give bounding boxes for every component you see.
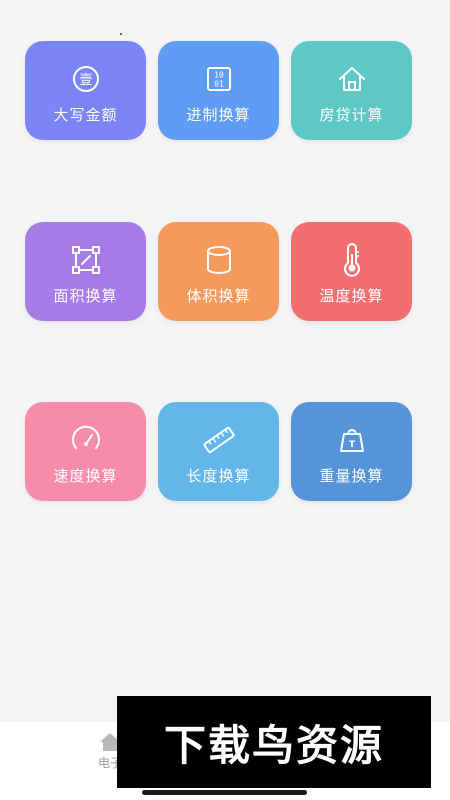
tool-label: 面积换算 <box>53 287 118 305</box>
tool-area[interactable]: 面积换算 <box>25 222 146 321</box>
status-dot <box>120 33 122 35</box>
weight-icon: T <box>291 422 412 458</box>
watermark-banner: 下载鸟资源 <box>117 696 431 788</box>
tool-label: 大写金额 <box>53 106 118 124</box>
svg-text:壹: 壹 <box>79 73 92 88</box>
tool-length[interactable]: 长度换算 <box>158 402 279 501</box>
tool-label: 速度换算 <box>53 467 118 485</box>
tool-label: 长度换算 <box>186 467 251 485</box>
tool-rmb-capital[interactable]: 壹 大写金额 <box>25 41 146 140</box>
tool-volume[interactable]: 体积换算 <box>158 222 279 321</box>
tool-label: 进制换算 <box>186 106 251 124</box>
cylinder-icon <box>158 242 279 278</box>
binary-icon: 10 01 <box>158 61 279 97</box>
tool-mortgage[interactable]: 房贷计算 <box>291 41 412 140</box>
tool-label: 温度换算 <box>319 287 384 305</box>
ruler-icon <box>158 422 279 458</box>
tool-temperature[interactable]: 温度换算 <box>291 222 412 321</box>
thermometer-icon <box>291 242 412 278</box>
tool-speed[interactable]: 速度换算 <box>25 402 146 501</box>
speedometer-icon <box>25 422 146 458</box>
home-indicator <box>142 790 307 795</box>
rmb-capital-icon: 壹 <box>25 61 146 97</box>
tool-weight[interactable]: T 重量换算 <box>291 402 412 501</box>
tool-base-conversion[interactable]: 10 01 进制换算 <box>158 41 279 140</box>
svg-text:01: 01 <box>214 80 224 89</box>
svg-text:10: 10 <box>214 71 224 80</box>
tool-label: 房贷计算 <box>319 106 384 124</box>
area-icon <box>25 242 146 278</box>
svg-text:T: T <box>348 440 355 450</box>
tool-label: 体积换算 <box>186 287 251 305</box>
house-icon <box>291 61 412 97</box>
tool-label: 重量换算 <box>319 467 384 485</box>
